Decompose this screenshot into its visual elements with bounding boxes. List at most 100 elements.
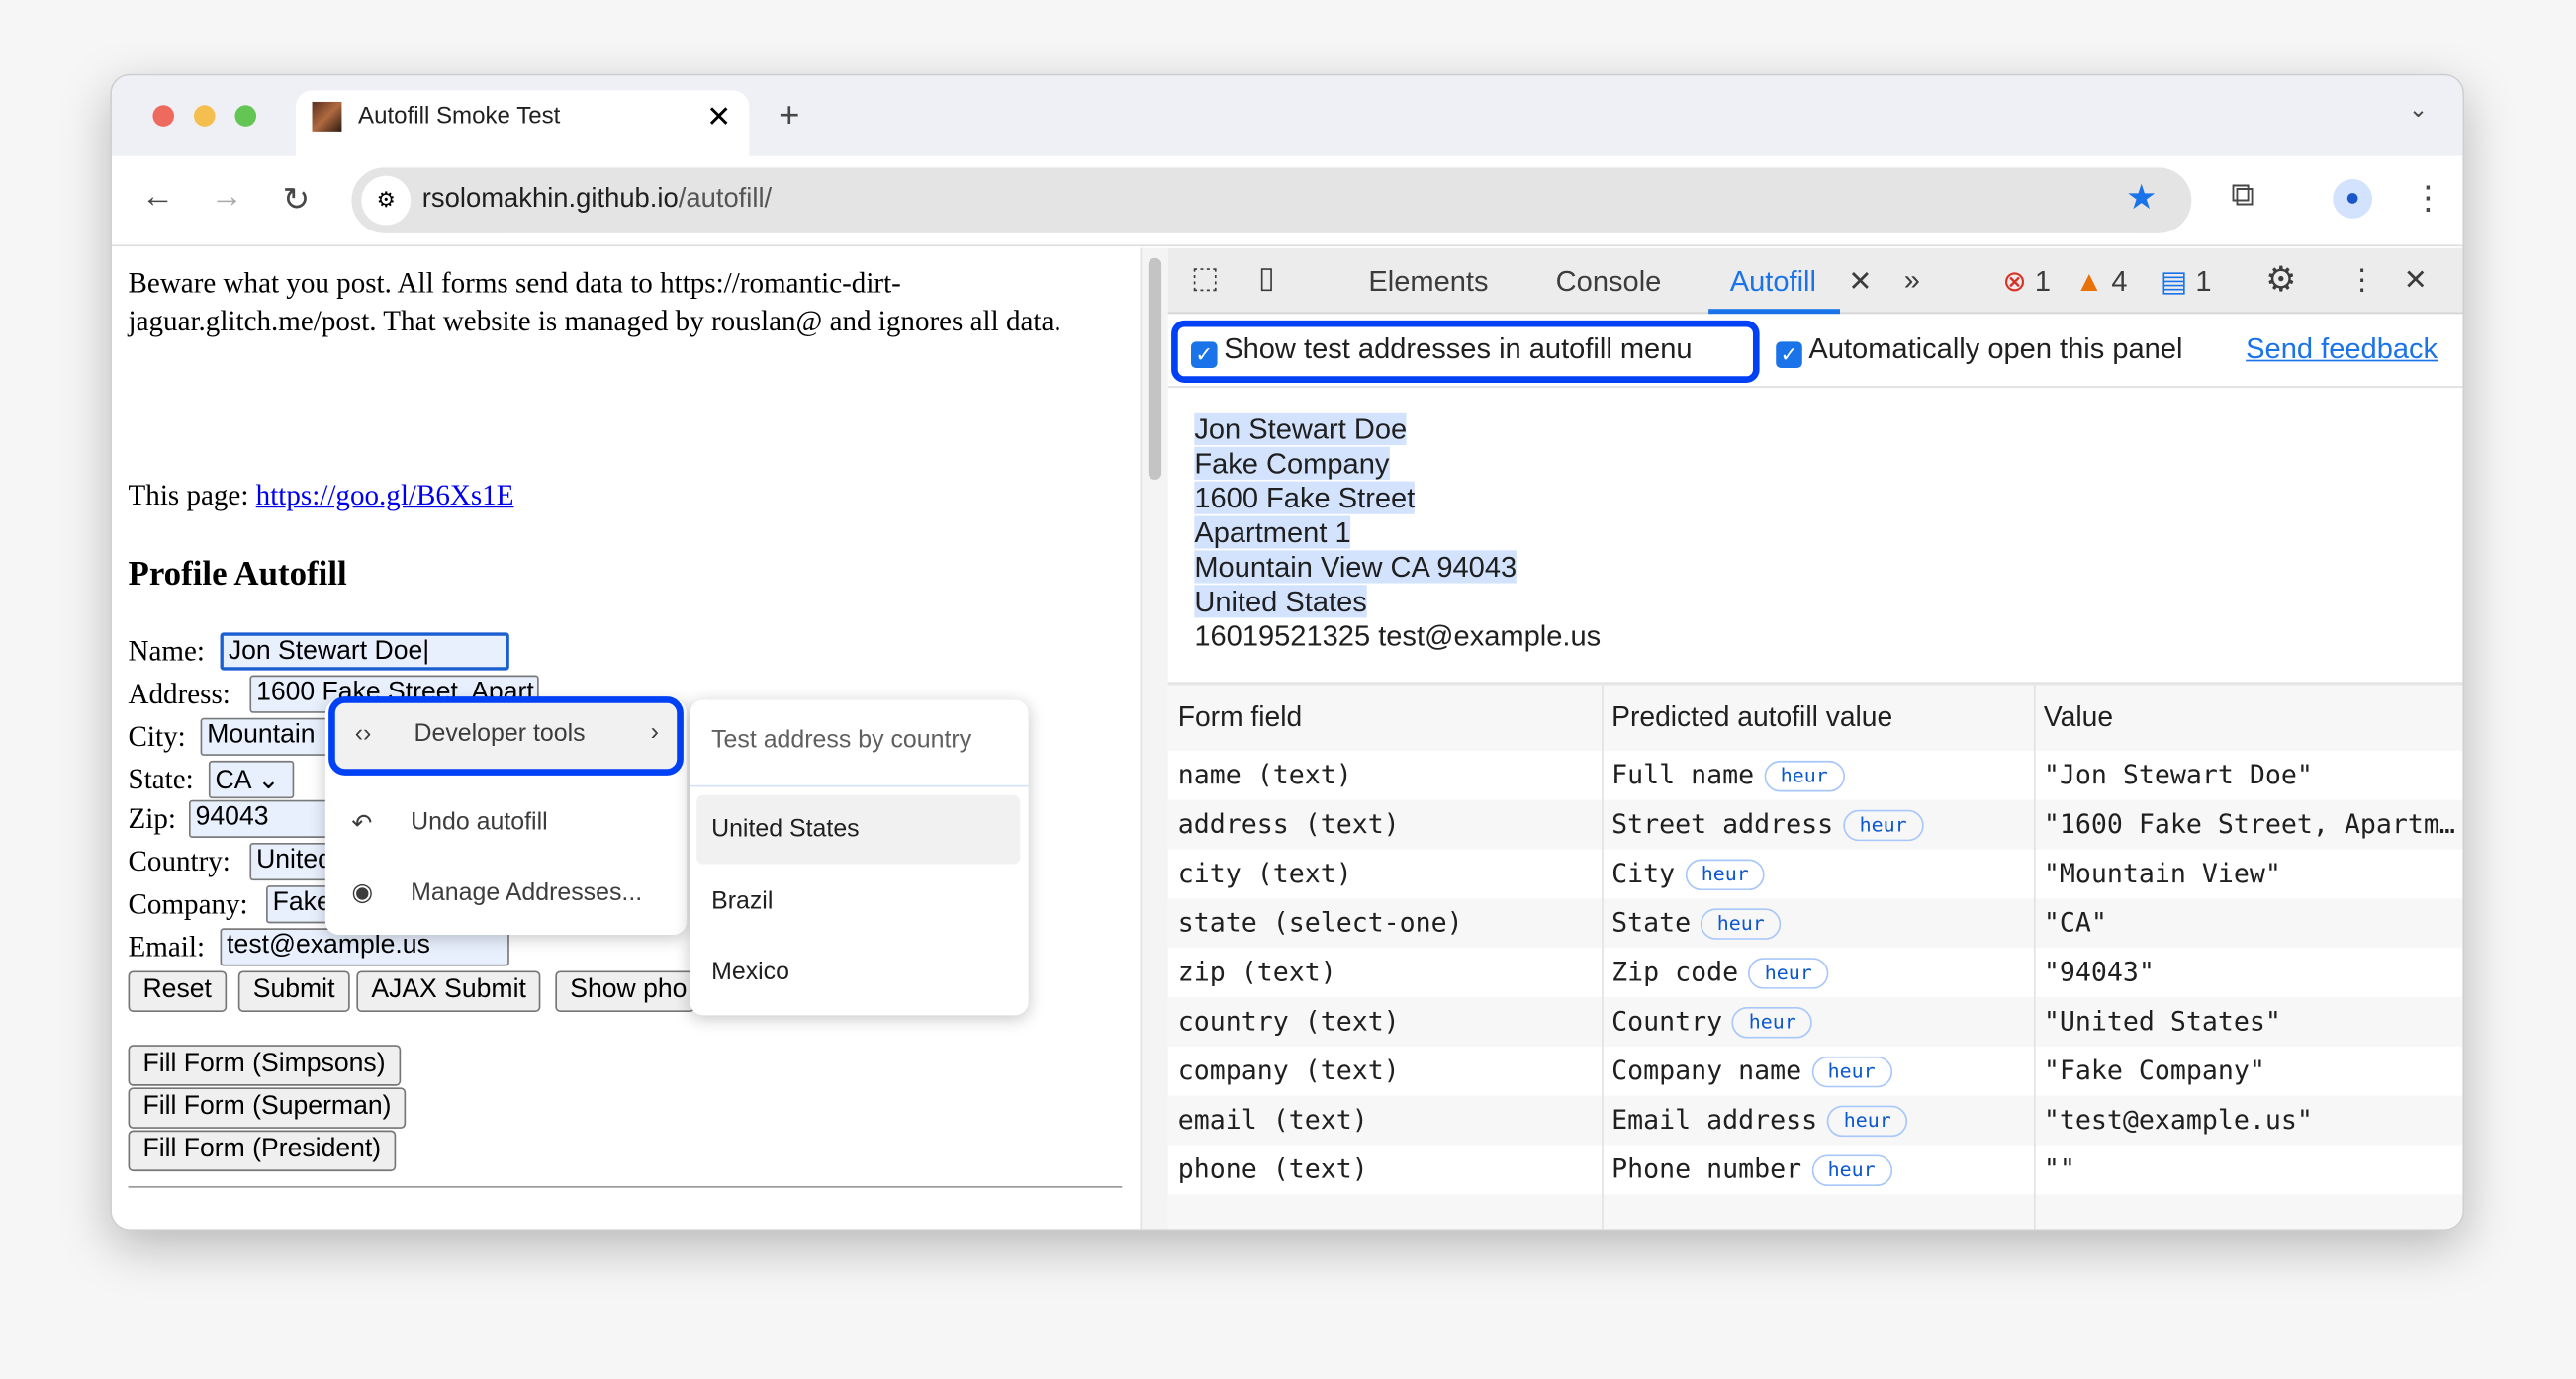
site-info-icon[interactable]: ⚙ <box>361 175 412 226</box>
predicted-value-cell: Phone number heur <box>1611 1153 2030 1187</box>
form-field-cell: country (text) <box>1177 1005 1400 1037</box>
table-row[interactable]: address (text) Street address heur "1600 … <box>1167 799 2463 850</box>
profile-avatar-icon[interactable]: ● <box>2333 179 2373 219</box>
devtools-toolbar: ⬚ ▯ Elements Console Autofill ✕ » ⊗ 1 ▲ … <box>1167 247 2463 315</box>
error-count[interactable]: ⊗ 1 <box>2002 264 2051 299</box>
form-field-cell: zip (text) <box>1177 956 1336 988</box>
url-text: rsolomakhin.github.io/autofill/ <box>421 183 773 214</box>
devtools-menu-icon[interactable]: ⋮ <box>2347 263 2376 298</box>
close-devtools-icon[interactable]: ✕ <box>2404 263 2428 298</box>
form-field-cell: email (text) <box>1177 1103 1368 1136</box>
predicted-value-cell: City heur <box>1611 858 2030 891</box>
company-input[interactable]: Fake <box>266 885 332 924</box>
forward-icon[interactable]: → <box>211 179 243 217</box>
chevron-right-icon: › <box>650 717 659 746</box>
tab-console[interactable]: Console <box>1556 264 1662 299</box>
manage-addresses-item[interactable]: ◉ Manage Addresses... <box>325 861 687 926</box>
tab-search-chevron-icon[interactable]: ⌄ <box>2409 95 2428 123</box>
table-row[interactable]: city (text) City heur "Mountain View" <box>1167 849 2463 899</box>
country-input[interactable]: United <box>249 842 332 881</box>
send-feedback-link[interactable]: Send feedback <box>2246 331 2438 366</box>
country-item-brazil[interactable]: Brazil <box>696 868 1020 937</box>
tab-autofill-smoke-test[interactable]: Autofill Smoke Test ✕ <box>295 90 750 156</box>
back-icon[interactable]: ← <box>141 179 174 217</box>
form-field-cell: state (select-one) <box>1177 906 1463 939</box>
close-window-button[interactable] <box>152 105 175 127</box>
submenu-title: Test address by country <box>711 726 972 755</box>
undo-autofill-item[interactable]: ↶ Undo autofill <box>325 790 687 856</box>
reset-button[interactable]: Reset <box>128 970 227 1012</box>
page-heading: Profile Autofill <box>128 553 347 594</box>
country-item-united-states[interactable]: United States <box>696 794 1021 865</box>
developer-tools-item[interactable]: ‹› Developer tools › <box>328 696 684 776</box>
header-form-field: Form field <box>1177 701 1303 733</box>
extensions-icon[interactable]: ⧉ <box>2231 177 2254 215</box>
table-row[interactable]: email (text) Email address heur "test@exa… <box>1167 1095 2463 1146</box>
heur-badge: heur <box>1732 1007 1813 1039</box>
settings-gear-icon[interactable]: ⚙ <box>2265 259 2296 301</box>
zip-input[interactable]: 94043 <box>188 799 330 838</box>
form-field-cell: name (text) <box>1177 759 1352 790</box>
this-page-link[interactable]: https://goo.gl/B6Xs1E <box>256 478 514 510</box>
error-icon: ⊗ <box>2002 264 2027 298</box>
this-page-label: This page: <box>128 478 249 511</box>
submit-button[interactable]: Submit <box>237 970 350 1012</box>
address-line: Apartment 1 <box>1194 515 1351 549</box>
close-autofill-tab-icon[interactable]: ✕ <box>1848 264 1872 299</box>
name-label: Name: <box>128 634 206 668</box>
fill-superman-button[interactable]: Fill Form (Superman) <box>128 1087 407 1129</box>
column-divider <box>2033 685 2036 1230</box>
auto-open-checkbox[interactable]: ✓ Automatically open this panel <box>1776 331 2182 368</box>
device-toolbar-icon[interactable]: ▯ <box>1258 261 1274 296</box>
table-row[interactable]: country (text) Country heur "United State… <box>1167 997 2463 1047</box>
favicon-icon <box>312 101 342 132</box>
company-label: Company: <box>128 886 248 920</box>
value-cell: "CA" <box>2043 906 2107 939</box>
state-select[interactable]: CA ⌄ <box>208 760 295 799</box>
address-line: Jon Stewart Doe <box>1194 412 1408 446</box>
address-line: 16019521325 test@example.us <box>1194 619 1602 653</box>
developer-tools-label: Developer tools <box>414 719 586 748</box>
show-test-addresses-checkbox[interactable]: ✓ Show test addresses in autofill menu <box>1191 331 1693 368</box>
warning-icon: ▲ <box>2074 264 2104 298</box>
table-row[interactable]: company (text) Company name heur "Fake Co… <box>1167 1046 2463 1096</box>
reload-icon[interactable]: ↻ <box>283 179 311 221</box>
maximize-window-button[interactable] <box>234 105 257 127</box>
table-row[interactable]: phone (text) Phone number heur "" <box>1167 1145 2463 1195</box>
tab-elements[interactable]: Elements <box>1368 264 1488 299</box>
scrollbar-thumb[interactable] <box>1148 257 1162 480</box>
inspect-element-icon[interactable]: ⬚ <box>1191 261 1219 296</box>
header-value: Value <box>2043 701 2114 733</box>
fill-simpsons-button[interactable]: Fill Form (Simpsons) <box>128 1045 401 1086</box>
autofill-context-menu: ‹› Developer tools › ↶ Undo autofill ◉ M… <box>324 696 688 935</box>
divider <box>690 784 1029 787</box>
more-tabs-icon[interactable]: » <box>1904 263 1920 298</box>
close-tab-icon[interactable]: ✕ <box>706 100 731 135</box>
minimize-window-button[interactable] <box>193 105 216 127</box>
state-label: State: <box>128 762 194 795</box>
table-row[interactable]: name (text) Full name heur "Jon Stewart D… <box>1167 750 2463 800</box>
tab-strip: Autofill Smoke Test ✕ + ⌄ <box>111 75 2463 156</box>
tab-autofill[interactable]: Autofill <box>1730 264 1816 299</box>
bookmark-star-icon[interactable]: ★ <box>2126 177 2157 219</box>
table-row[interactable]: state (select-one) State heur "CA" <box>1167 898 2463 949</box>
city-input[interactable]: Mountain <box>200 717 332 756</box>
page-scrollbar[interactable] <box>1140 247 1168 1230</box>
address-bar[interactable]: ⚙ rsolomakhin.github.io/autofill/ ★ <box>351 167 2192 233</box>
this-page-row: This page: https://goo.gl/B6Xs1E <box>129 478 514 512</box>
table-row[interactable]: zip (text) Zip code heur "94043" <box>1167 948 2463 998</box>
message-icon: ▤ <box>2160 264 2188 298</box>
chrome-menu-icon[interactable]: ⋮ <box>2412 177 2444 219</box>
zip-label: Zip: <box>128 801 176 835</box>
chrome-logo-icon: ◉ <box>351 878 374 907</box>
value-cell: "94043" <box>2043 956 2155 988</box>
email-label: Email: <box>128 929 206 964</box>
name-input[interactable]: Jon Stewart Doe| <box>220 632 509 671</box>
country-item-mexico[interactable]: Mexico <box>696 938 1020 1007</box>
warning-count[interactable]: ▲ 4 <box>2074 264 2127 299</box>
ajax-submit-button[interactable]: AJAX Submit <box>356 970 541 1012</box>
fill-president-button[interactable]: Fill Form (President) <box>128 1130 397 1172</box>
show-phone-button[interactable]: Show pho <box>555 970 695 1012</box>
new-tab-icon[interactable]: + <box>779 94 799 137</box>
message-count[interactable]: ▤ 1 <box>2161 264 2212 299</box>
